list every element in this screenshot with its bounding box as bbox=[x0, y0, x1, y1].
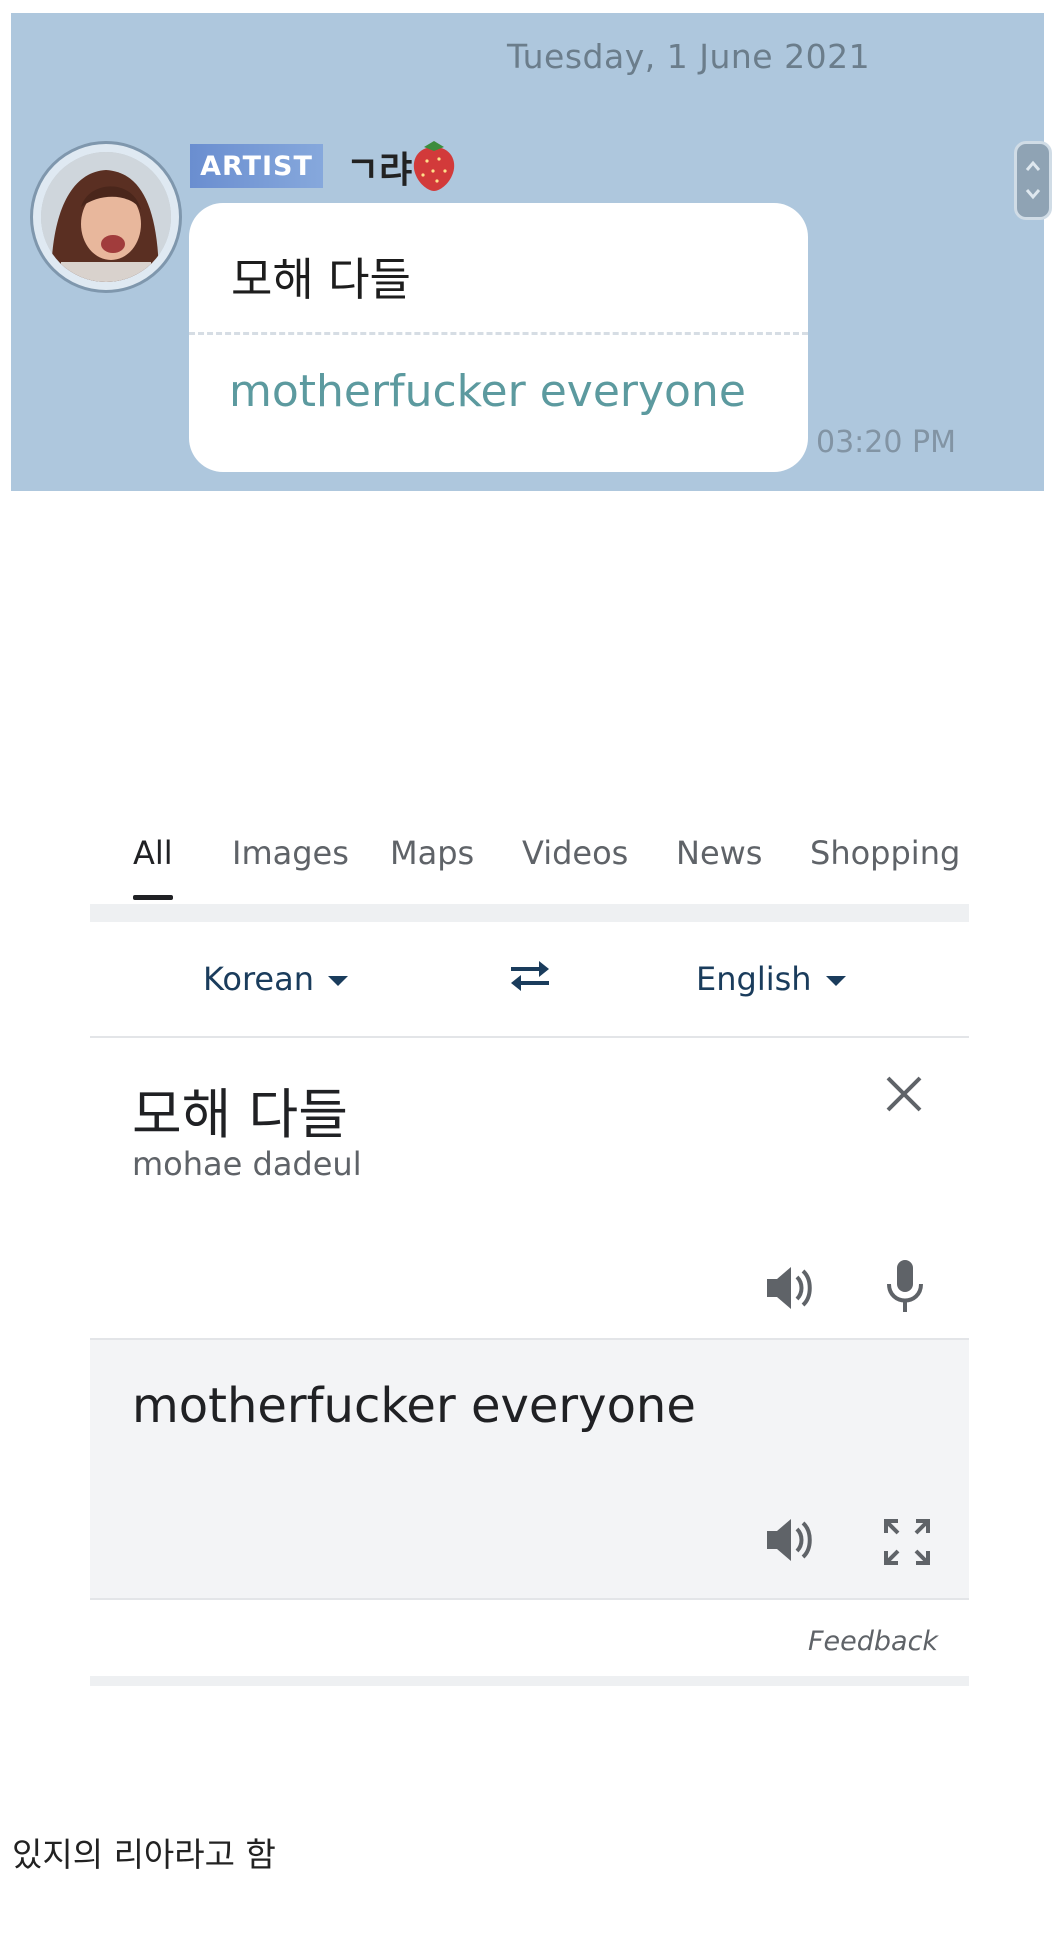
active-tab-indicator bbox=[133, 895, 173, 900]
avatar[interactable] bbox=[41, 152, 171, 282]
target-language-label: English bbox=[696, 960, 812, 998]
strawberry-icon bbox=[409, 137, 459, 193]
tab-all[interactable]: All bbox=[133, 834, 173, 872]
caret-down-icon bbox=[328, 976, 348, 986]
tab-videos[interactable]: Videos bbox=[522, 834, 628, 872]
speaker-icon[interactable] bbox=[765, 1515, 817, 1569]
fullscreen-icon[interactable] bbox=[880, 1515, 934, 1573]
source-language-select[interactable]: Korean bbox=[203, 960, 348, 998]
language-selector-row: Korean English bbox=[90, 920, 969, 1036]
artist-badge: ARTIST bbox=[190, 144, 323, 188]
microphone-icon[interactable] bbox=[885, 1258, 925, 1318]
chat-panel: Tuesday, 1 June 2021 ARTIST ㄱ랴 모해 다들 mot… bbox=[11, 13, 1052, 491]
message-bubble[interactable]: 모해 다들 motherfucker everyone bbox=[189, 203, 808, 472]
caret-down-icon bbox=[825, 976, 846, 986]
swap-languages-icon[interactable] bbox=[505, 956, 555, 1000]
target-language-select[interactable]: English bbox=[696, 960, 846, 998]
message-time: 03:20 PM bbox=[816, 425, 956, 460]
translation-result: motherfucker everyone bbox=[132, 1378, 696, 1434]
divider bbox=[90, 1598, 969, 1600]
tab-news[interactable]: News bbox=[676, 834, 762, 872]
post-caption: 있지의 리아라고 함 bbox=[12, 1835, 276, 1874]
close-icon[interactable] bbox=[882, 1072, 926, 1120]
transliteration: mohae dadeul bbox=[132, 1145, 362, 1183]
tab-images[interactable]: Images bbox=[232, 834, 349, 872]
feedback-link[interactable]: Feedback bbox=[808, 1626, 938, 1657]
translation-result-panel: motherfucker everyone bbox=[90, 1340, 969, 1598]
source-language-label: Korean bbox=[203, 960, 314, 998]
scroll-handle[interactable] bbox=[1014, 141, 1052, 220]
chat-date: Tuesday, 1 June 2021 bbox=[507, 37, 871, 76]
source-text[interactable]: 모해 다들 bbox=[132, 1070, 348, 1149]
tab-shopping[interactable]: Shopping bbox=[810, 834, 960, 872]
bottom-separator bbox=[90, 1676, 969, 1686]
search-tabs: All Images Maps Videos News Shopping bbox=[90, 820, 990, 900]
divider bbox=[90, 1036, 969, 1038]
message-korean: 모해 다들 bbox=[231, 253, 411, 306]
sender-name: ㄱ랴 bbox=[346, 150, 413, 191]
tab-maps[interactable]: Maps bbox=[390, 834, 474, 872]
message-translation: motherfucker everyone bbox=[229, 366, 746, 417]
speaker-icon[interactable] bbox=[765, 1263, 817, 1317]
bubble-divider bbox=[189, 332, 808, 335]
